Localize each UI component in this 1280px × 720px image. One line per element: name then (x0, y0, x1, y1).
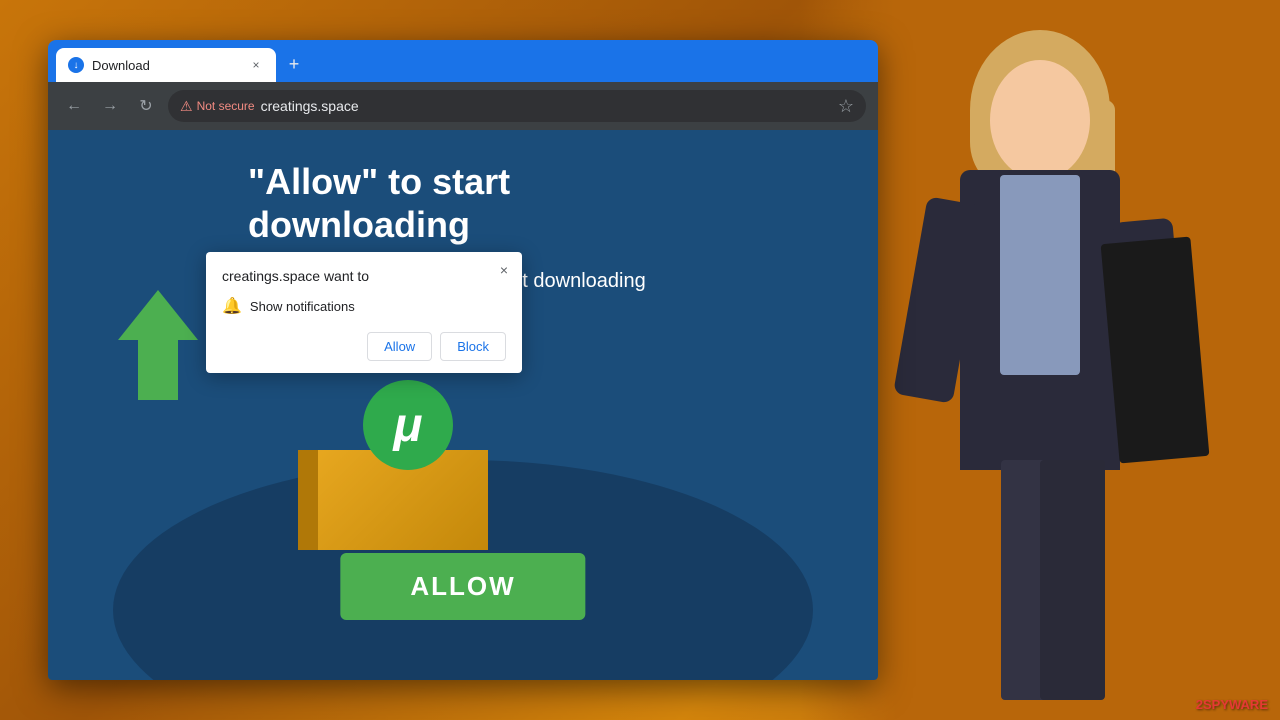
allow-button[interactable]: Allow (367, 332, 432, 361)
popup-actions: Allow Block (222, 332, 506, 361)
binder (1101, 236, 1210, 463)
popup-permission-row: 🔔 Show notifications (222, 296, 506, 316)
block-button[interactable]: Block (440, 332, 506, 361)
popup-close-button[interactable]: × (494, 260, 514, 280)
url-text: creatings.space (261, 98, 359, 114)
box-left-side (298, 450, 318, 550)
head (990, 60, 1090, 180)
arrow-body (138, 340, 178, 400)
woman-figure (880, 20, 1200, 700)
forward-button[interactable]: → (96, 92, 124, 120)
browser-content: "Allow" to start downloading Click "Allo… (48, 130, 878, 680)
popup-title: creatings.space want to (222, 268, 486, 284)
not-secure-label: Not secure (197, 99, 255, 113)
right-leg (1040, 460, 1105, 700)
main-headline: "Allow" to start downloading (248, 160, 848, 246)
green-arrow (118, 290, 198, 390)
not-secure-badge: ⚠ Not secure (180, 98, 255, 115)
allow-big-button[interactable]: ALLOW (340, 553, 585, 620)
browser-tab[interactable]: ↓ Download × (56, 48, 276, 82)
watermark-prefix: 2SPYWAR (1196, 697, 1260, 712)
utorrent-logo: μ (363, 380, 453, 470)
utorrent-box: μ (298, 370, 518, 550)
shirt (1000, 175, 1080, 375)
tab-favicon: ↓ (68, 57, 84, 73)
address-bar[interactable]: ⚠ Not secure creatings.space ☆ (168, 90, 866, 122)
browser-window: ↓ Download × + ← → ↻ ⚠ Not secure creati… (48, 40, 878, 680)
tab-close-button[interactable]: × (248, 57, 264, 73)
notification-popup: creatings.space want to × 🔔 Show notific… (206, 252, 522, 373)
back-button[interactable]: ← (60, 92, 88, 120)
bell-icon: 🔔 (222, 296, 242, 316)
tab-title: Download (92, 58, 240, 73)
headline-line1: "Allow" to start (248, 160, 848, 203)
browser-toolbar: ← → ↻ ⚠ Not secure creatings.space ☆ (48, 82, 878, 130)
warning-icon: ⚠ (180, 98, 193, 115)
watermark: 2SPYWARE (1196, 697, 1268, 712)
refresh-button[interactable]: ↻ (132, 92, 160, 120)
bookmark-star-icon[interactable]: ☆ (838, 96, 854, 117)
headline-line2: downloading (248, 203, 848, 246)
browser-tabbar: ↓ Download × + (48, 40, 878, 82)
arrow-head (118, 290, 198, 340)
permission-text: Show notifications (250, 299, 355, 314)
watermark-suffix: E (1259, 697, 1268, 712)
new-tab-button[interactable]: + (280, 50, 308, 78)
